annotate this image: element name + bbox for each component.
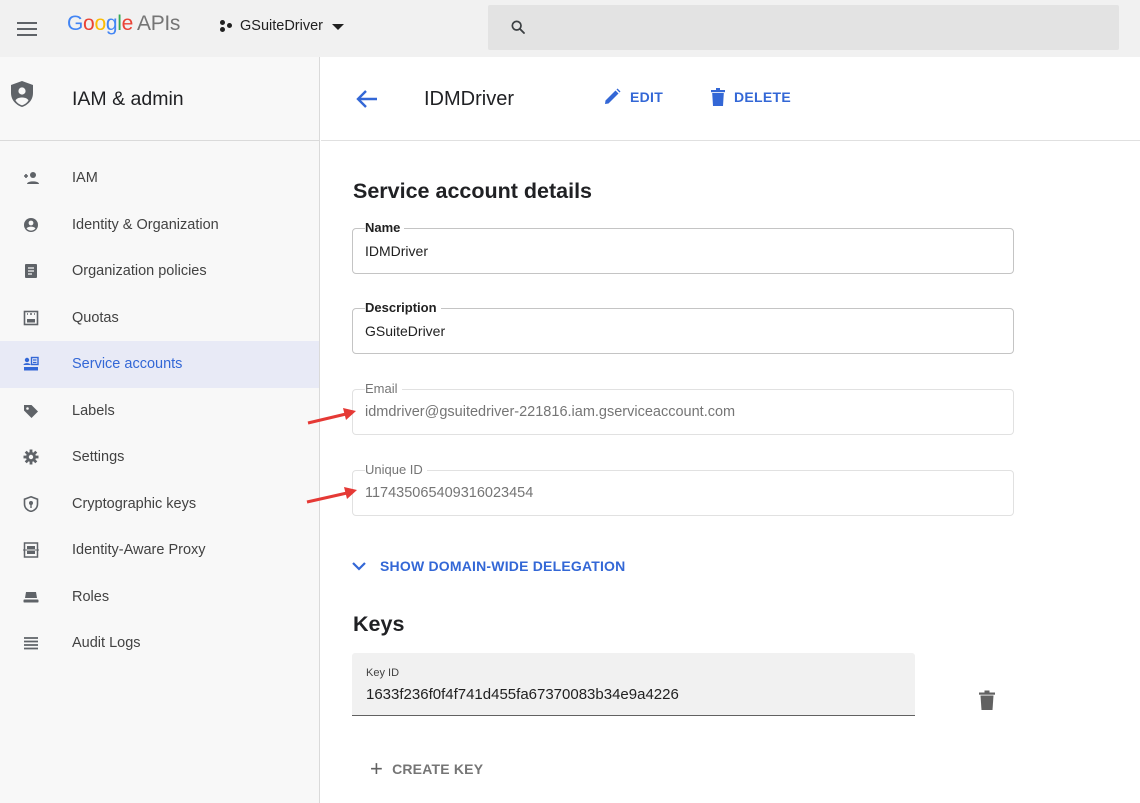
description-value: GSuiteDriver [365, 323, 446, 339]
logo-letter: g [105, 12, 118, 35]
create-key-label: CREATE KEY [392, 761, 484, 777]
proxy-icon [23, 542, 39, 558]
search-input[interactable] [488, 5, 1119, 50]
logo-letter: o [94, 12, 106, 35]
show-domain-wide-delegation-button[interactable]: SHOW DOMAIN-WIDE DELEGATION [352, 558, 625, 574]
sidebar-item-identity-aware-proxy[interactable]: Identity-Aware Proxy [0, 527, 319, 574]
sidebar-item-identity-organization[interactable]: Identity & Organization [0, 202, 319, 249]
description-field[interactable]: Description GSuiteDriver [352, 300, 1014, 354]
roles-icon [23, 591, 39, 602]
label-icon [24, 404, 38, 418]
sidebar-item-label: Audit Logs [72, 635, 141, 652]
google-apis-logo[interactable]: Google APIs [67, 12, 180, 36]
logo-letter: G [67, 12, 84, 35]
back-arrow-icon[interactable] [356, 89, 378, 109]
key-id-field[interactable]: Key ID 1633f236f0f4f741d455fa67370083b34… [352, 653, 915, 716]
chevron-down-icon [352, 561, 366, 571]
sidebar: IAM & admin IAM Identity & Organization … [0, 57, 320, 803]
sidebar-item-label: Identity & Organization [72, 216, 219, 233]
delete-label: DELETE [734, 89, 792, 105]
pencil-icon [605, 88, 621, 104]
sidebar-item-quotas[interactable]: Quotas [0, 295, 319, 342]
annotation-arrow-unique-id [306, 487, 357, 504]
hamburger-menu-icon[interactable] [17, 22, 37, 36]
email-value: idmdriver@gsuitedriver-221816.iam.gservi… [365, 404, 736, 420]
gear-icon [23, 449, 39, 465]
person-add-icon [24, 172, 39, 184]
page-header: IDMDriver EDIT DELETE [321, 57, 1140, 141]
sidebar-item-labels[interactable]: Labels [0, 388, 319, 435]
security-key-icon [23, 495, 39, 512]
key-id-value: 1633f236f0f4f741d455fa67370083b34e9a4226 [366, 686, 679, 703]
sidebar-item-label: Quotas [72, 309, 119, 326]
keys-heading: Keys [353, 612, 405, 636]
edit-button[interactable]: EDIT [604, 88, 663, 105]
sidebar-item-label: Labels [72, 402, 115, 419]
email-field: Email idmdriver@gsuitedriver-221816.iam.… [352, 381, 1014, 435]
caret-down-icon [332, 24, 344, 30]
sidebar-item-label: IAM [72, 170, 98, 187]
sidebar-item-iam[interactable]: IAM [0, 155, 319, 202]
annotation-arrow-email [307, 408, 356, 425]
document-icon [25, 264, 37, 278]
project-dots-icon [220, 19, 235, 33]
sidebar-item-settings[interactable]: Settings [0, 434, 319, 481]
sidebar-nav: IAM Identity & Organization Organization… [0, 155, 319, 667]
unique-id-value: 117435065409316023454 [365, 485, 534, 501]
service-account-icon [23, 356, 39, 371]
name-label: Name [365, 220, 405, 236]
account-circle-icon [24, 217, 38, 232]
logo-suffix: APIs [136, 12, 181, 35]
page-title: IDMDriver [424, 88, 514, 110]
list-icon [24, 637, 38, 650]
sidebar-title: IAM & admin [72, 88, 184, 110]
delegation-label: SHOW DOMAIN-WIDE DELEGATION [380, 558, 626, 574]
sidebar-item-label: Roles [72, 588, 110, 605]
delete-key-trash-icon[interactable] [978, 690, 996, 710]
shield-icon [11, 81, 33, 107]
sidebar-item-roles[interactable]: Roles [0, 574, 319, 621]
edit-label: EDIT [630, 88, 664, 105]
delete-button[interactable]: DELETE [711, 88, 791, 106]
service-account-details-heading: Service account details [353, 179, 592, 203]
sidebar-item-service-accounts[interactable]: Service accounts [0, 341, 319, 388]
create-key-button[interactable]: + CREATE KEY [370, 756, 484, 781]
sidebar-item-label: Cryptographic keys [72, 495, 197, 512]
plus-icon: + [370, 756, 384, 781]
logo-letter: o [83, 12, 95, 35]
search-icon [511, 20, 525, 34]
sidebar-item-organization-policies[interactable]: Organization policies [0, 248, 319, 295]
logo-letter: e [121, 12, 134, 35]
unique-id-field: Unique ID 117435065409316023454 [352, 462, 1014, 516]
unique-id-label: Unique ID [365, 462, 427, 478]
description-label: Description [365, 300, 441, 316]
sidebar-item-label: Identity-Aware Proxy [72, 542, 206, 559]
sidebar-item-label: Organization policies [72, 263, 207, 280]
sidebar-header: IAM & admin [0, 57, 319, 141]
project-name: GSuiteDriver [240, 18, 323, 34]
sidebar-item-label: Service accounts [72, 356, 183, 373]
top-bar: Google APIs GSuiteDriver [0, 0, 1140, 57]
email-label: Email [365, 381, 402, 397]
project-selector[interactable]: GSuiteDriver [220, 18, 344, 34]
name-field[interactable]: Name IDMDriver [352, 220, 1014, 274]
name-value: IDMDriver [365, 243, 428, 259]
trash-icon [711, 88, 725, 106]
sidebar-item-audit-logs[interactable]: Audit Logs [0, 620, 319, 667]
sidebar-item-cryptographic-keys[interactable]: Cryptographic keys [0, 481, 319, 528]
key-id-label: Key ID [366, 667, 400, 679]
quota-icon [23, 310, 39, 325]
sidebar-item-label: Settings [72, 449, 125, 466]
